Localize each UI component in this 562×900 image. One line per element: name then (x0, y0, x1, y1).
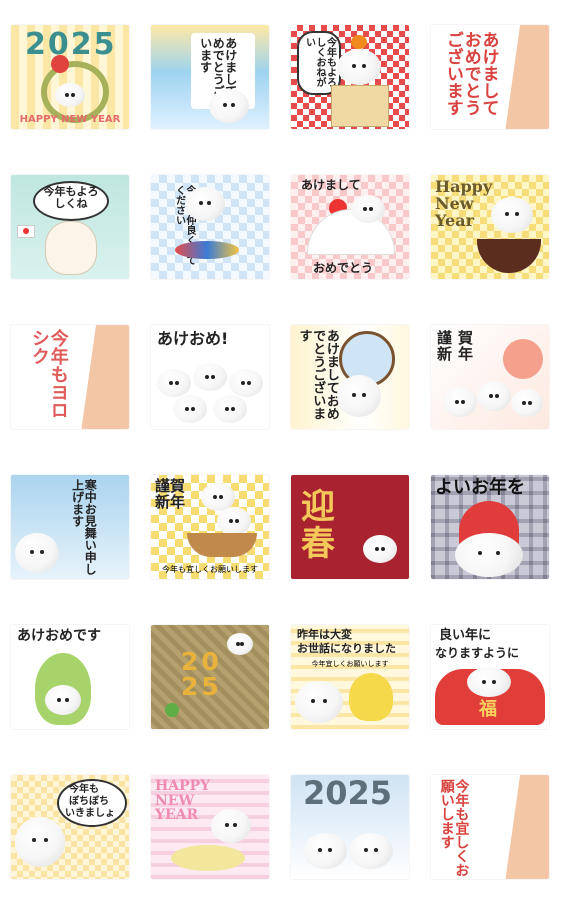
flower-icon (51, 55, 69, 73)
sticker-text: よいお年を (435, 477, 525, 498)
seal-character (193, 363, 227, 391)
sticker-year: 2025 (25, 27, 117, 62)
seal-character (227, 633, 253, 655)
sticker-line-1: 昨年は大変 (297, 628, 352, 641)
sticker-2025-happy-new-year[interactable]: 2025 HAPPY NEW YEAR (11, 25, 129, 129)
sticker-text: 今年もよろしくね (43, 185, 99, 210)
sticker-cat-yoroshiku[interactable]: 今年もよろしくね (11, 175, 129, 279)
sticker-yoi-toshi-daruma[interactable]: 良い年に なりますように 福 (431, 625, 549, 729)
sticker-text: 寒中お見舞い申し上げます (70, 479, 98, 575)
seal-character (349, 833, 393, 869)
sticker-line-2: ぼちぼち (69, 796, 109, 807)
seal-character (229, 369, 263, 397)
sticker-happy-new-year-ozoni[interactable]: Happy New Year (431, 175, 549, 279)
sticker-text: あけおめです (17, 628, 101, 644)
sticker-spinning-top[interactable]: 今年も仲良くしてください (151, 175, 269, 279)
sticker-text: 迎春 (301, 487, 335, 565)
seal-character (55, 83, 85, 107)
seal-character (185, 187, 225, 221)
sticker-kinga-shinnen-boat[interactable]: 謹賀新年 今年も宜しくお願いします (151, 475, 269, 579)
sticker-2025-snow[interactable]: 2025 (291, 775, 409, 879)
sun-icon (503, 339, 543, 379)
sticker-year: 2025 (303, 775, 393, 812)
sticker-title: 謹賀新年 (155, 477, 186, 511)
lucky-cat (45, 221, 97, 275)
mandarin-icon (351, 35, 367, 49)
seal-character (209, 89, 249, 123)
sticker-folding-fan[interactable]: あけまして おめでとう (291, 175, 409, 279)
seal-character (511, 389, 543, 417)
sticker-line-2: なりますように (435, 646, 520, 660)
seal-character (15, 533, 59, 573)
seal-character (157, 369, 191, 397)
sanbo-stand (331, 85, 389, 127)
sticker-text-bottom: おめでとう (313, 261, 374, 276)
top-toy-icon (175, 241, 239, 259)
sticker-happy-new-year-pink[interactable]: HAPPY NEW YEAR (151, 775, 269, 879)
sticker-line-3: いきましょ (65, 808, 115, 819)
seal-character (217, 507, 251, 535)
seal-character (213, 395, 247, 423)
seal-character (351, 195, 385, 223)
seal-character (295, 681, 343, 723)
sticker-geishun[interactable]: 迎春 (291, 475, 409, 579)
seal-character (467, 667, 511, 697)
daruma-label: 福 (479, 699, 497, 720)
sticker-line-1: 良い年に (439, 628, 492, 643)
sticker-snake-akeome[interactable]: あけおめです (11, 625, 129, 729)
sticker-bochibochi[interactable]: 今年も ぼちぼち いきましょ (11, 775, 129, 879)
sticker-text: あけましておめでとうございます (296, 329, 339, 420)
sticker-akemashite-snow[interactable]: あけましておめでとうございます (151, 25, 269, 129)
sticker-text: 今年もよろしくおねがい (303, 37, 336, 87)
sticker-year: 2025 (181, 647, 222, 701)
sticker-text: あけましておめでとうございます (442, 31, 499, 116)
seal-character (337, 375, 381, 417)
seal-character (337, 49, 381, 85)
seal-character (303, 833, 347, 869)
sticker-text: 謹賀新年 (437, 329, 480, 363)
sticker-text: あけおめ! (157, 329, 229, 348)
sticker-line-2: お世話になりました (297, 642, 396, 655)
seal-character (45, 685, 81, 715)
snake-icon (171, 845, 245, 871)
sticker-text: 今年も宜しくお願いします (438, 779, 470, 877)
sticker-negai-brush[interactable]: 今年も宜しくお願いします (431, 775, 549, 879)
snake-icon (349, 673, 393, 721)
sticker-yoi-otoshi-wo[interactable]: よいお年を (431, 475, 549, 579)
sticker-caption: 今年宜しくお願いします (311, 660, 389, 668)
sticker-text-top: あけまして (301, 178, 361, 192)
sticker-akemashite-brush[interactable]: あけましておめでとうございます (431, 25, 549, 129)
sticker-grid: 2025 HAPPY NEW YEAR あけましておめでとうございます 今年もよ… (0, 0, 562, 900)
sticker-fuji-window[interactable]: あけましておめでとうございます (291, 325, 409, 429)
seal-character (15, 817, 65, 867)
sticker-yoroshiku-brush[interactable]: 今年もヨロシク (11, 325, 129, 429)
sticker-kanchu-mimai[interactable]: 寒中お見舞い申し上げます (11, 475, 129, 579)
sticker-sakunen-sewa[interactable]: 昨年は大変 お世話になりました 今年宜しくお願いします (291, 625, 409, 729)
seal-character (443, 387, 477, 417)
sticker-text: 今年もヨロシク (28, 329, 69, 419)
snake-icon (165, 703, 179, 717)
sticker-2025-gold[interactable]: 2025 (151, 625, 269, 729)
sticker-line-1: 今年も (69, 784, 99, 795)
seal-character (363, 535, 397, 563)
seal-character (455, 533, 523, 577)
sticker-greeting: HAPPY NEW YEAR (19, 114, 121, 125)
seal-character (477, 381, 511, 411)
seal-character (173, 395, 207, 423)
seal-character (491, 197, 533, 233)
sticker-text: Happy New Year (435, 177, 493, 230)
sticker-kinga-shinnen[interactable]: 謹賀新年 (431, 325, 549, 429)
sticker-kagami-mochi[interactable]: 今年もよろしくおねがい (291, 25, 409, 129)
sticker-akeome-crowd[interactable]: あけおめ! (151, 325, 269, 429)
sticker-caption: 今年も宜しくお願いします (162, 565, 258, 574)
seal-character (211, 809, 251, 843)
flag-icon (17, 225, 35, 238)
